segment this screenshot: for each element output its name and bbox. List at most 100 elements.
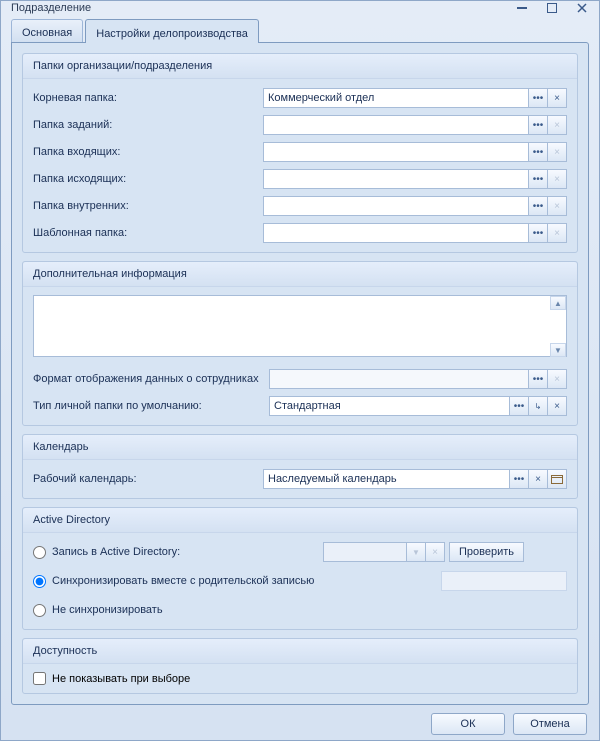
chevron-down-icon: ▼ [412,548,420,557]
tabs-strip: Основная Настройки делопроизводства [11,19,589,43]
folder-type-clear-button[interactable]: × [547,396,567,416]
close-icon: × [554,120,560,131]
ok-button[interactable]: ОК [431,713,505,735]
emp-format-browse-button[interactable]: ••• [528,369,548,389]
incoming-folder-clear-button[interactable]: × [547,142,567,162]
close-button[interactable] [573,1,591,15]
calendar-icon [551,474,563,484]
dots-icon: ••• [533,147,544,158]
scroll-down-button[interactable]: ▼ [550,343,566,357]
close-icon: × [554,228,560,239]
template-folder-input[interactable] [263,223,529,243]
ad-sync-parent-input [441,571,567,591]
folder-type-browse-button[interactable]: ••• [509,396,529,416]
group-calendar: Календарь Рабочий календарь: ••• × [22,434,578,499]
root-folder-input[interactable] [263,88,529,108]
window: Подразделение Основная Настройки делопро… [0,0,600,741]
incoming-folder-browse-button[interactable]: ••• [528,142,548,162]
close-icon: × [554,147,560,158]
dots-icon: ••• [533,201,544,212]
work-calendar-input[interactable] [263,469,510,489]
tab-page: Папки организации/подразделения Корневая… [11,42,589,705]
outgoing-folder-label: Папка исходящих: [33,173,263,185]
close-icon: × [554,201,560,212]
dots-icon: ••• [533,120,544,131]
tasks-folder-clear-button[interactable]: × [547,115,567,135]
work-calendar-edit-button[interactable] [547,469,567,489]
additional-info-textarea[interactable] [33,295,567,357]
ad-sync-parent-radio[interactable] [33,575,46,588]
emp-format-input[interactable] [269,369,529,389]
emp-format-clear-button[interactable]: × [547,369,567,389]
tasks-folder-input[interactable] [263,115,529,135]
work-calendar-label: Рабочий календарь: [33,473,263,485]
close-icon: × [432,547,438,558]
group-additional-header: Дополнительная информация [23,262,577,287]
group-availability-header: Доступность [23,639,577,664]
group-calendar-header: Календарь [23,435,577,460]
close-icon: × [554,93,560,104]
ad-no-sync-radio[interactable] [33,604,46,617]
group-ad-header: Active Directory [23,508,577,533]
window-body: Основная Настройки делопроизводства Папк… [1,15,599,745]
ad-entry-combo-dropdown: ▼ [406,542,426,562]
minimize-button[interactable] [513,1,531,15]
titlebar: Подразделение [1,1,599,15]
folder-type-label: Тип личной папки по умолчанию: [33,400,269,412]
ad-no-sync-label: Не синхронизировать [52,604,163,616]
ad-entry-label: Запись в Active Directory: [52,546,180,558]
root-folder-browse-button[interactable]: ••• [528,88,548,108]
dots-icon: ••• [533,228,544,239]
dialog-buttons: ОК Отмена [11,705,589,735]
close-icon: × [535,474,541,485]
ad-check-button[interactable]: Проверить [449,542,524,562]
scroll-up-button[interactable]: ▲ [550,296,566,310]
root-folder-label: Корневая папка: [33,92,263,104]
close-icon: × [554,374,560,385]
dots-icon: ••• [514,401,525,412]
group-additional: Дополнительная информация ▲ ▼ Формат ото… [22,261,578,426]
template-folder-browse-button[interactable]: ••• [528,223,548,243]
hide-on-select-label: Не показывать при выборе [52,673,190,685]
work-calendar-clear-button[interactable]: × [528,469,548,489]
group-folders: Папки организации/подразделения Корневая… [22,53,578,253]
maximize-button[interactable] [543,1,561,15]
root-folder-clear-button[interactable]: × [547,88,567,108]
internal-folder-input[interactable] [263,196,529,216]
close-icon: × [554,174,560,185]
hide-on-select-checkbox[interactable] [33,672,46,685]
work-calendar-browse-button[interactable]: ••• [509,469,529,489]
outgoing-folder-browse-button[interactable]: ••• [528,169,548,189]
folder-type-nav-button[interactable]: ↳ [528,396,548,416]
template-folder-clear-button[interactable]: × [547,223,567,243]
incoming-folder-label: Папка входящих: [33,146,263,158]
tasks-folder-label: Папка заданий: [33,119,263,131]
ad-entry-combo-clear: × [425,542,445,562]
tasks-folder-browse-button[interactable]: ••• [528,115,548,135]
cancel-button[interactable]: Отмена [513,713,587,735]
tab-main[interactable]: Основная [11,19,83,42]
incoming-folder-input[interactable] [263,142,529,162]
group-folders-header: Папки организации/подразделения [23,54,577,79]
dots-icon: ••• [514,474,525,485]
outgoing-folder-clear-button[interactable]: × [547,169,567,189]
ad-sync-parent-label: Синхронизировать вместе с родительской з… [52,575,314,587]
internal-folder-browse-button[interactable]: ••• [528,196,548,216]
folder-type-input[interactable] [269,396,510,416]
dots-icon: ••• [533,174,544,185]
internal-folder-label: Папка внутренних: [33,200,263,212]
emp-format-label: Формат отображения данных о сотрудниках [33,373,269,385]
window-title: Подразделение [11,2,501,14]
template-folder-label: Шаблонная папка: [33,227,263,239]
internal-folder-clear-button[interactable]: × [547,196,567,216]
ad-entry-combo-input [323,542,407,562]
dots-icon: ••• [533,374,544,385]
outgoing-folder-input[interactable] [263,169,529,189]
close-icon: × [554,401,560,412]
ad-entry-radio[interactable] [33,546,46,559]
group-availability: Доступность Не показывать при выборе [22,638,578,694]
dots-icon: ••• [533,93,544,104]
arrow-icon: ↳ [535,402,542,411]
tab-workflow-settings[interactable]: Настройки делопроизводства [85,19,259,43]
group-active-directory: Active Directory Запись в Active Directo… [22,507,578,630]
